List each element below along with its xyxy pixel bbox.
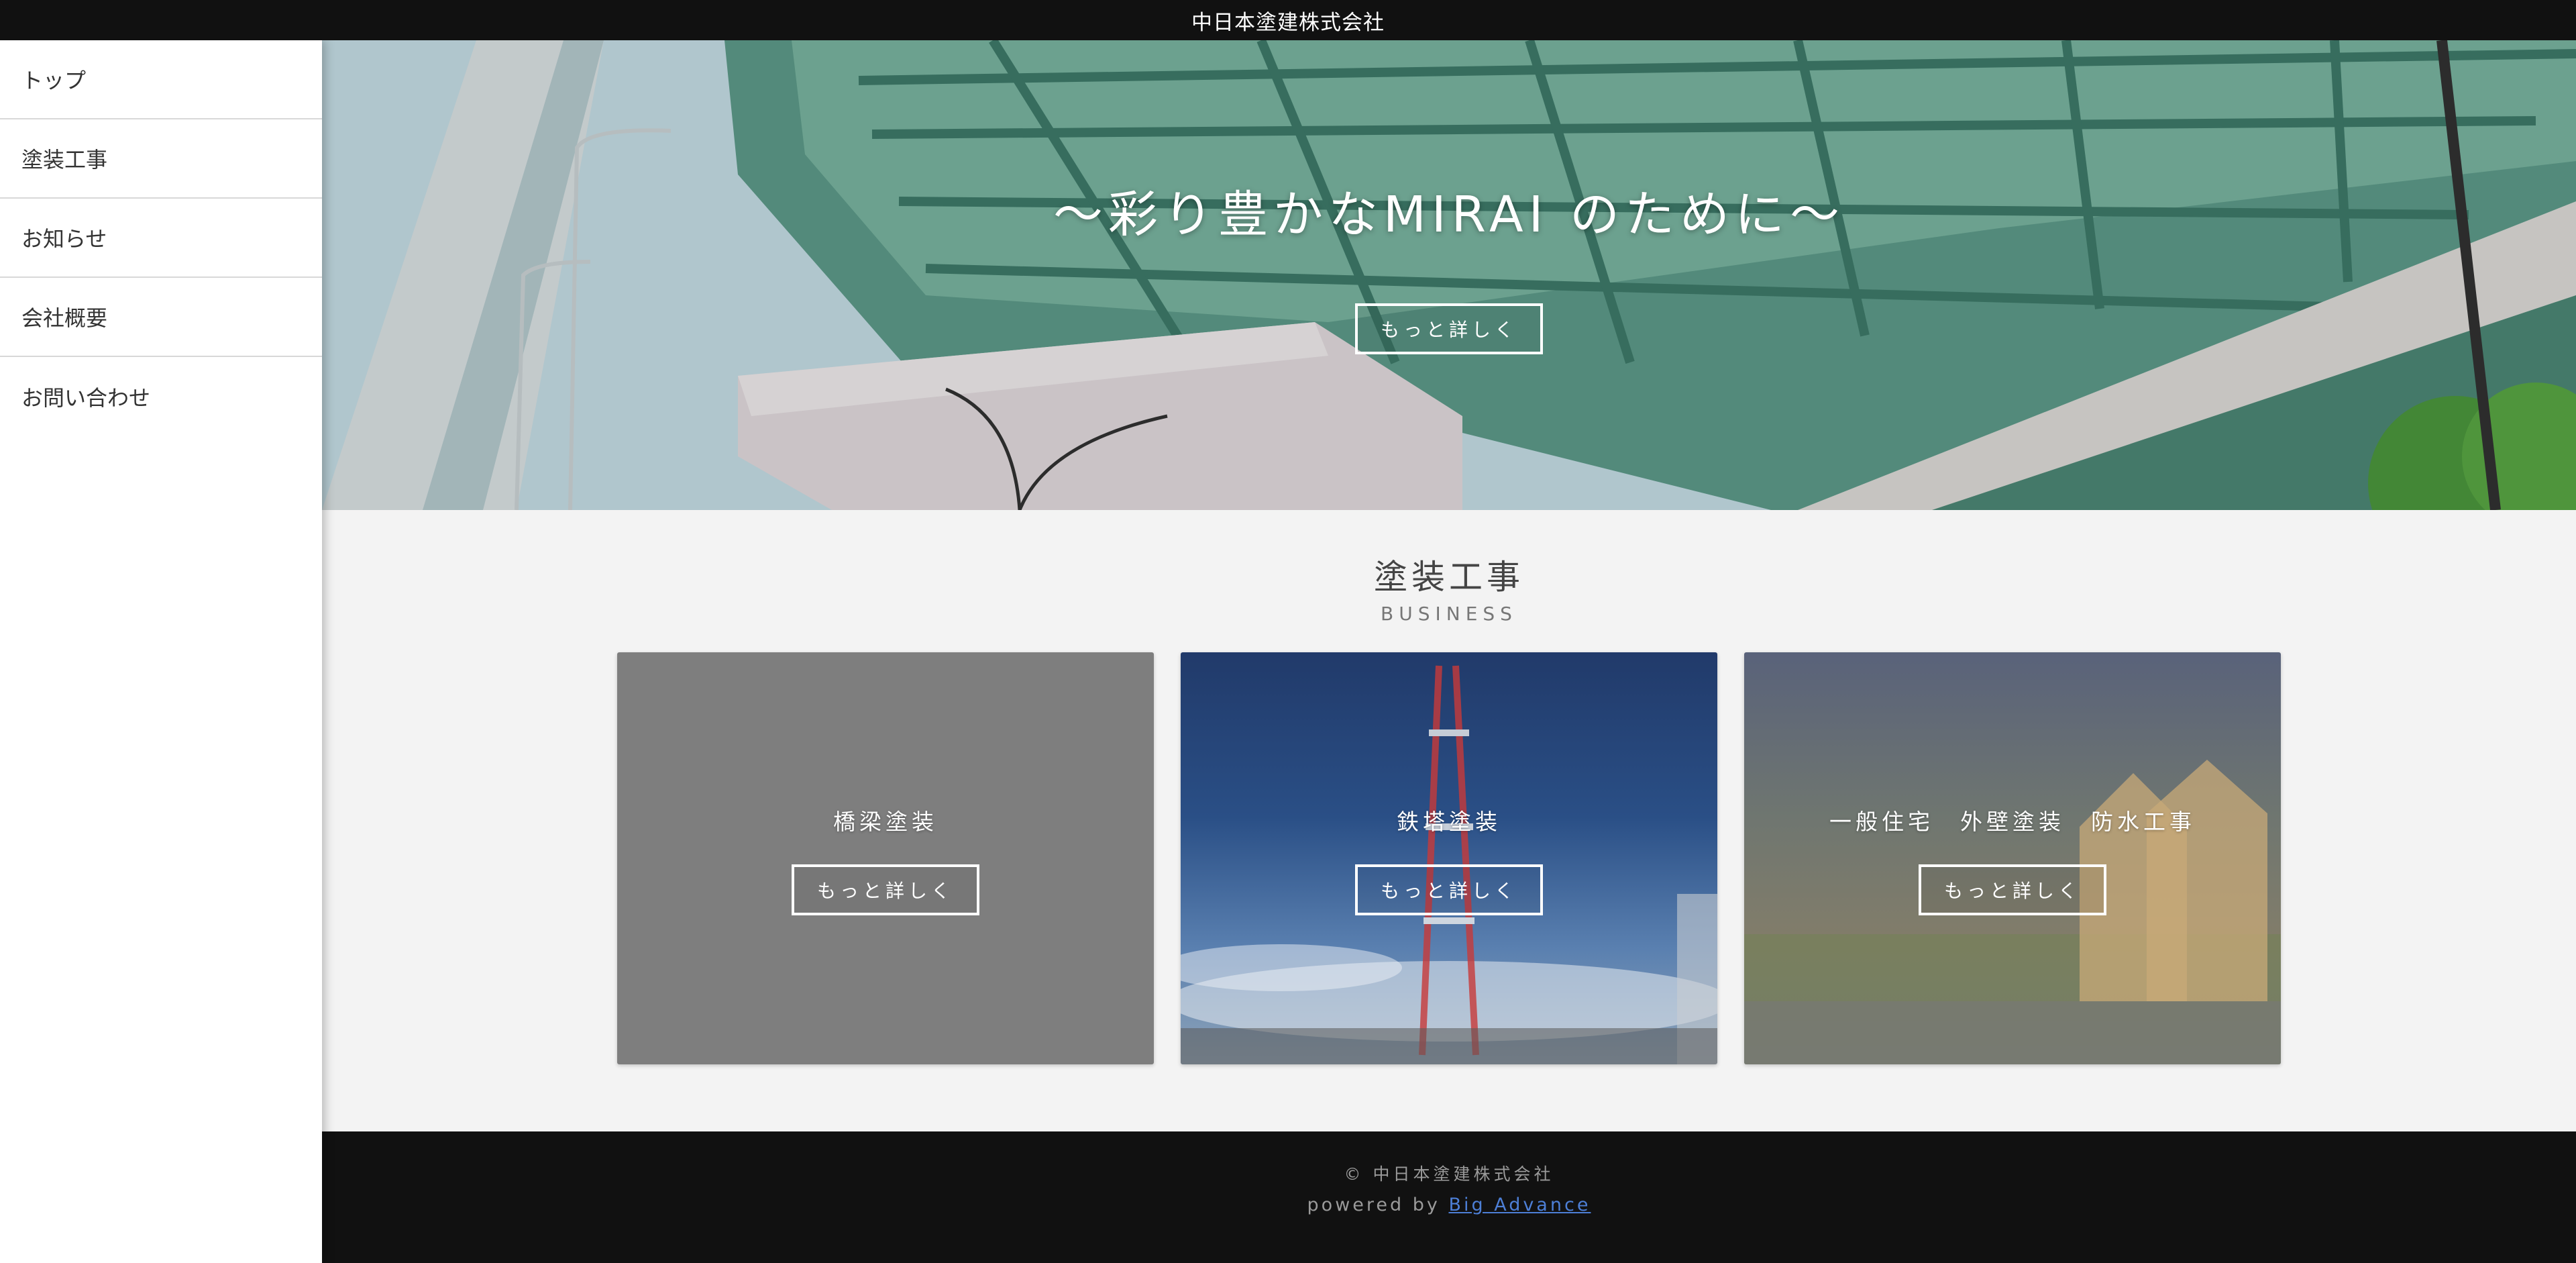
- card-more-button[interactable]: もっと詳しく: [1355, 864, 1543, 915]
- sidebar-item-top[interactable]: トップ: [0, 40, 322, 119]
- sidebar-nav: トップ 塗装工事 お知らせ 会社概要 お問い合わせ: [0, 40, 322, 1263]
- main-content: 〜彩り豊かなMIRAI のために〜 もっと詳しく 塗装工事 BUSINESS 橋…: [322, 40, 2576, 1263]
- big-advance-link[interactable]: Big Advance: [1448, 1195, 1591, 1215]
- hero-title: 〜彩り豊かなMIRAI のために〜: [1053, 186, 1845, 244]
- card-title: 一般住宅 外壁塗装 防水工事: [1829, 809, 2196, 835]
- card-house-painting[interactable]: 一般住宅 外壁塗装 防水工事 もっと詳しく: [1744, 652, 2281, 1064]
- tower-image: [1181, 665, 1717, 1064]
- sidebar-item-company-profile[interactable]: 会社概要: [0, 278, 322, 357]
- footer: © 中日本塗建株式会社 powered by Big Advance: [322, 1131, 2576, 1263]
- card-title: 鉄塔塗装: [1397, 809, 1501, 835]
- powered-by: powered by Big Advance: [322, 1195, 2576, 1215]
- sidebar-item-contact[interactable]: お問い合わせ: [0, 357, 322, 436]
- business-section: 塗装工事 BUSINESS 橋梁塗装 もっと詳しく 鉄塔塗装 もっと詳しく 一般…: [322, 510, 2576, 1131]
- sidebar-item-painting-work[interactable]: 塗装工事: [0, 119, 322, 199]
- hero-banner: 〜彩り豊かなMIRAI のために〜 もっと詳しく: [322, 40, 2576, 510]
- hero-more-button[interactable]: もっと詳しく: [1355, 303, 1543, 354]
- card-more-button[interactable]: もっと詳しく: [792, 864, 979, 915]
- section-title: 塗装工事: [1374, 558, 1524, 597]
- sidebar-item-news[interactable]: お知らせ: [0, 199, 322, 278]
- site-title: 中日本塗建株式会社: [0, 0, 2576, 40]
- card-tower-painting[interactable]: 鉄塔塗装 もっと詳しく: [1181, 652, 1717, 1064]
- card-bridge-painting[interactable]: 橋梁塗装 もっと詳しく: [617, 652, 1154, 1064]
- section-subtitle: BUSINESS: [1381, 603, 1517, 625]
- copyright-text: © 中日本塗建株式会社: [1344, 1164, 1554, 1184]
- hero-bridge-image: [322, 40, 2576, 510]
- powered-by-label: powered by: [1307, 1195, 1440, 1215]
- house-image: [1744, 760, 2281, 1064]
- card-more-button[interactable]: もっと詳しく: [1919, 864, 2106, 915]
- card-title: 橋梁塗装: [833, 809, 938, 835]
